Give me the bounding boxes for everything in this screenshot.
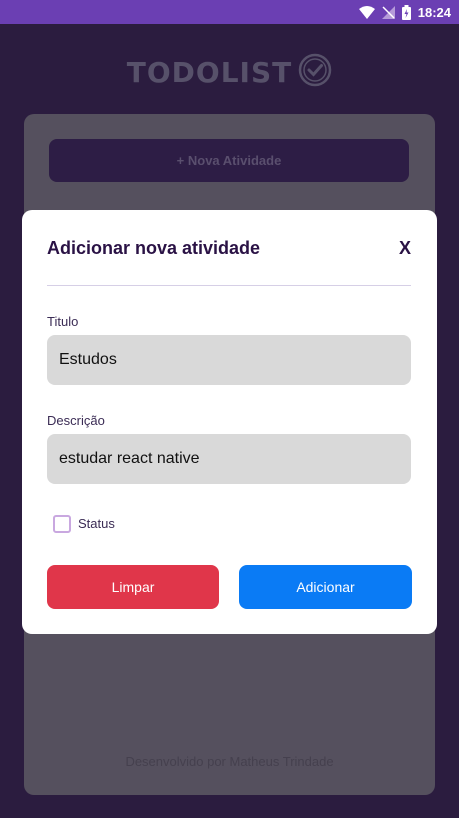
clock: 18:24 xyxy=(417,4,451,20)
divider xyxy=(47,285,411,286)
logo: TODOLIST xyxy=(0,52,459,92)
description-input[interactable]: estudar react native xyxy=(47,434,411,484)
add-button[interactable]: Adicionar xyxy=(239,565,412,609)
wifi-icon xyxy=(358,5,375,19)
battery-icon xyxy=(401,4,411,20)
logo-text: TODOLIST xyxy=(126,55,293,89)
new-activity-button[interactable]: + Nova Atividade xyxy=(49,139,409,182)
close-button[interactable]: X xyxy=(399,238,411,259)
clear-button[interactable]: Limpar xyxy=(47,565,219,609)
title-field-label: Titulo xyxy=(47,314,79,329)
status-checkbox-label: Status xyxy=(78,516,115,531)
add-activity-modal: Adicionar nova atividade X Titulo Estudo… xyxy=(22,210,437,634)
title-input[interactable]: Estudos xyxy=(47,335,411,385)
check-circle-icon xyxy=(298,53,332,92)
status-checkbox[interactable] xyxy=(53,515,71,533)
footer-credit: Desenvolvido por Matheus Trindade xyxy=(125,754,334,769)
description-field-label: Descrição xyxy=(47,413,105,428)
modal-title: Adicionar nova atividade xyxy=(47,238,261,258)
status-bar: 18:24 xyxy=(0,0,459,24)
no-signal-icon xyxy=(381,5,395,19)
